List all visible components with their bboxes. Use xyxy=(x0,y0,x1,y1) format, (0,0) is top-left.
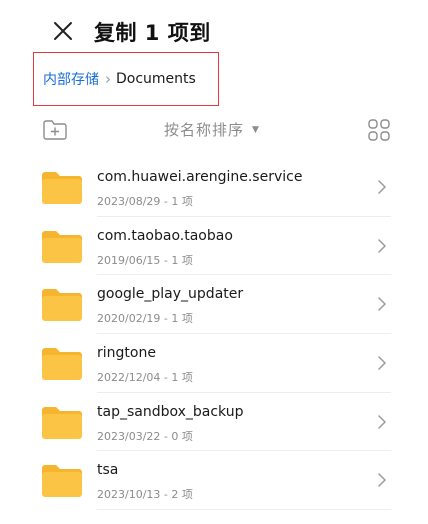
folder-icon xyxy=(42,172,82,204)
folder-meta: 2023/08/29 - 1 项 xyxy=(97,195,193,208)
breadcrumb-separator-icon: › xyxy=(105,70,111,88)
folder-name: tap_sandbox_backup xyxy=(97,403,244,420)
folder-list: com.huawei.arengine.service 2023/08/29 - … xyxy=(0,158,428,511)
folder-meta: 2023/03/22 - 0 项 xyxy=(97,429,193,443)
toolbar: 按名称排序 ▼ xyxy=(0,112,428,148)
folder-meta: 2019/06/15 - 1 项 xyxy=(97,253,193,267)
breadcrumb-root[interactable]: 内部存储 xyxy=(43,69,99,89)
folder-row[interactable]: tap_sandbox_backup 2023/03/22 - 0 项 xyxy=(0,393,428,452)
chevron-right-icon xyxy=(378,180,386,194)
folder-icon xyxy=(42,348,82,381)
breadcrumb-current: Documents xyxy=(116,71,196,87)
folder-row[interactable]: google_play_updater 2020/02/19 - 1 项 xyxy=(0,275,428,335)
new-folder-icon[interactable] xyxy=(42,118,68,142)
chevron-right-icon xyxy=(378,356,386,370)
grid-view-icon[interactable] xyxy=(367,118,391,142)
folder-meta: 2022/12/04 - 1 项 xyxy=(97,371,193,385)
chevron-right-icon xyxy=(378,415,386,429)
chevron-right-icon xyxy=(378,297,386,312)
folder-icon xyxy=(42,289,82,322)
folder-name: com.taobao.taobao xyxy=(97,227,233,244)
sort-button[interactable]: 按名称排序 ▼ xyxy=(164,119,259,140)
folder-name: ringtone xyxy=(97,345,156,362)
folder-name: com.huawei.arengine.service xyxy=(97,169,303,185)
caret-down-icon: ▼ xyxy=(252,124,259,135)
breadcrumb: 内部存储 › Documents xyxy=(33,52,219,106)
folder-icon xyxy=(42,465,82,498)
folder-row[interactable]: com.huawei.arengine.service 2023/08/29 - … xyxy=(0,158,428,217)
folder-icon xyxy=(42,230,82,263)
folder-name: tsa xyxy=(97,462,119,479)
folder-name: google_play_updater xyxy=(97,286,244,303)
folder-meta: 2023/10/13 - 2 项 xyxy=(97,488,193,502)
folder-row[interactable]: com.taobao.taobao 2019/06/15 - 1 项 xyxy=(0,217,428,276)
folder-meta: 2020/02/19 - 1 项 xyxy=(97,312,193,326)
chevron-right-icon xyxy=(378,238,386,253)
page-title: 复制 1 项到 xyxy=(94,21,211,45)
folder-icon xyxy=(42,406,82,439)
chevron-right-icon xyxy=(378,473,386,488)
folder-row[interactable]: tsa 2023/10/13 - 2 项 xyxy=(0,451,428,511)
sort-label: 按名称排序 xyxy=(164,121,245,139)
close-icon[interactable] xyxy=(50,18,76,44)
folder-row[interactable]: ringtone 2022/12/04 - 1 项 xyxy=(0,334,428,393)
divider xyxy=(97,509,391,511)
